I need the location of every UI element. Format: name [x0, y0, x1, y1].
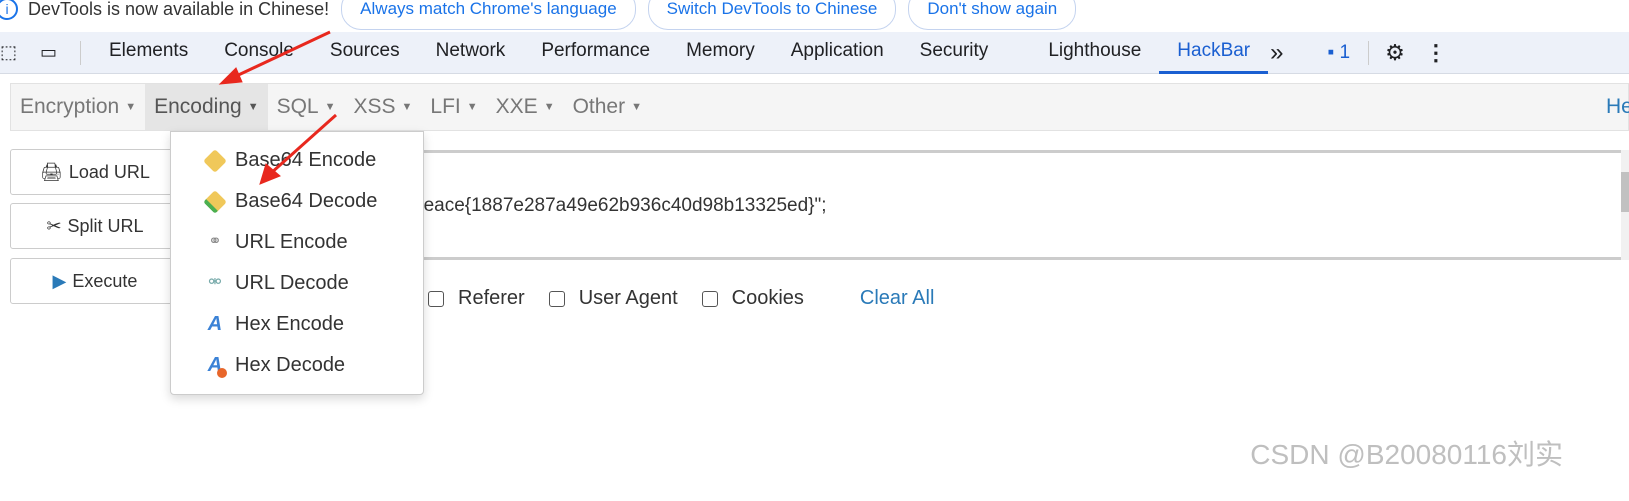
red-arrow [218, 30, 331, 85]
annotation-arrows [218, 30, 337, 185]
red-arrow [259, 113, 337, 185]
watermark: CSDN @B20080116刘实 [1250, 439, 1563, 470]
